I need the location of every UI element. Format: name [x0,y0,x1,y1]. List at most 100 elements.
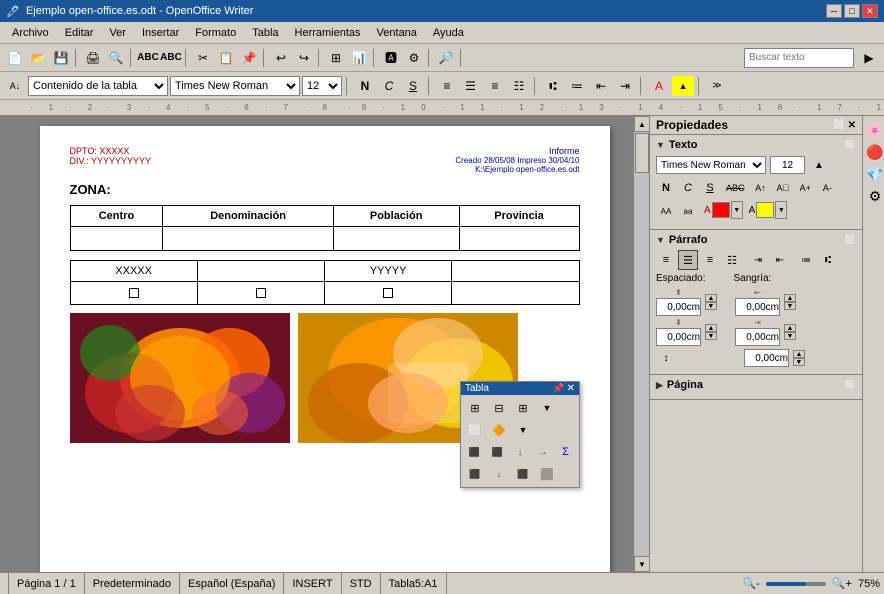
menu-ver[interactable]: Ver [101,25,134,41]
first-indent-down[interactable]: ▼ [793,358,805,366]
para-indent-less[interactable]: ⇤ [770,250,790,270]
underline-button[interactable]: S [402,76,424,96]
main-table[interactable]: Centro Denominación Población Provincia [70,205,580,251]
print-button[interactable]: 🖨 [82,47,104,69]
style-select[interactable]: Contenido de la tabla [28,76,168,96]
menu-archivo[interactable]: Archivo [4,25,57,41]
scroll-down-button[interactable]: ▼ [634,556,649,572]
autocorrect-button[interactable]: ABC [160,47,182,69]
open-button[interactable]: 📂 [27,47,49,69]
pagina-section-header[interactable]: ▶ Página ⬜ [656,379,856,391]
para-numbering[interactable]: ⑆ [818,250,838,270]
bold-button[interactable]: N [354,76,376,96]
preview-button[interactable]: 🔍 [105,47,127,69]
styles-button[interactable]: 🅰 [380,47,402,69]
tabla-shading[interactable]: 🔶 [488,420,510,440]
save-button[interactable]: 💾 [50,47,72,69]
table-row[interactable] [70,227,579,251]
paste-button[interactable]: 📌 [238,47,260,69]
highlight-swatch[interactable] [756,202,774,218]
numbering-button[interactable]: ⑆ [542,76,564,96]
para-indent-more[interactable]: ⇥ [748,250,768,270]
undo-button[interactable]: ↩ [270,47,292,69]
props-size-bigger[interactable]: A+ [795,178,815,198]
tabla-toolbar-header[interactable]: Tabla 📌 ✕ [461,382,579,395]
search-input[interactable] [749,52,839,63]
more-button[interactable]: ≫ [706,76,728,96]
props-size-smaller[interactable]: A- [817,178,837,198]
tabla-more-2[interactable]: ▼ [512,420,534,440]
first-indent-input[interactable] [744,349,789,367]
cell-1[interactable] [70,227,163,251]
para-align-left[interactable]: ≡ [656,250,676,270]
scroll-track[interactable] [634,132,649,556]
props-superscript-button[interactable]: A↑ [751,178,771,198]
tabla-more-1[interactable]: ▼ [536,398,558,418]
search-box[interactable] [744,48,854,68]
tabla-pin-icon[interactable]: 📌 [553,383,564,394]
size-select[interactable]: 12 [302,76,342,96]
indent-more-button[interactable]: ⇥ [614,76,636,96]
justify-button[interactable]: ☷ [508,76,530,96]
font-color-dropdown[interactable]: ▼ [731,201,743,219]
font-color-swatch[interactable] [712,202,730,218]
tabla-optimize-3[interactable]: ⬛ [512,464,534,484]
tabla-sum[interactable]: Σ [555,442,576,462]
tabla-merge-cells[interactable]: ⊟ [488,398,510,418]
maximize-button[interactable]: □ [844,4,860,18]
para-align-center[interactable]: ☰ [678,250,698,270]
style-mode-button[interactable]: A↓ [4,75,26,97]
props-lower-button[interactable]: aa [678,201,698,221]
checkbox-4[interactable] [452,282,578,304]
bullets-button[interactable]: ≔ [566,76,588,96]
tabla-borders[interactable]: ⬜ [464,420,486,440]
redo-button[interactable]: ↪ [293,47,315,69]
checkbox-3[interactable] [325,282,452,304]
tabla-optimize-2[interactable]: ↓ [488,464,510,484]
side-icon-3[interactable]: 💎 [865,164,884,184]
align-center-button[interactable]: ☰ [460,76,482,96]
italic-button[interactable]: C [378,76,400,96]
props-bold-button[interactable]: N [656,178,676,198]
indent-less-button[interactable]: ⇤ [590,76,612,96]
tabla-delete-cols[interactable]: → [532,442,553,462]
table-button[interactable]: ⊞ [325,47,347,69]
props-italic-button[interactable]: C [678,178,698,198]
parrafo-options-icon[interactable]: ⬜ [845,235,856,246]
spacing-below-down[interactable]: ▼ [705,332,717,340]
pagina-options-icon[interactable]: ⬜ [845,380,856,391]
menu-ventana[interactable]: Ventana [369,25,425,41]
props-shadow-button[interactable]: A⃝ [773,178,794,198]
tabla-insert-row-above[interactable]: ⊞ [464,398,486,418]
props-font-select[interactable]: Times New Roman [656,156,766,174]
menu-ayuda[interactable]: Ayuda [425,25,472,41]
menu-insertar[interactable]: Insertar [134,25,187,41]
texto-options-icon[interactable]: ⬜ [845,140,856,151]
zoom-slider[interactable] [766,582,826,586]
menu-formato[interactable]: Formato [187,25,244,41]
align-left-button[interactable]: ≡ [436,76,458,96]
tabla-insert-rows[interactable]: ⬛ [464,442,485,462]
tabla-split-cells[interactable]: ⊞ [512,398,534,418]
close-button[interactable]: ✕ [862,4,878,18]
props-size-up-button[interactable]: ▲ [809,155,829,175]
sangria-left-input[interactable] [735,298,780,316]
checkbox-square-1[interactable] [129,288,139,298]
font-select[interactable]: Times New Roman [170,76,300,96]
yyyyy-cell[interactable]: YYYYY [325,261,452,281]
spacing-above-input[interactable] [656,298,701,316]
empty-cell-1[interactable] [198,261,325,281]
scroll-up-button[interactable]: ▲ [634,116,649,132]
spellcheck-button[interactable]: ABC [137,47,159,69]
scroll-thumb[interactable] [635,133,649,173]
spacing-below-input[interactable] [656,328,701,346]
spacing-above-down[interactable]: ▼ [705,302,717,310]
texto-section-header[interactable]: ▼ Texto ⬜ [656,139,856,151]
para-list[interactable]: ≔ [796,250,816,270]
props-upper-button[interactable]: AA [656,201,676,221]
tabla-delete-rows[interactable]: ↓ [510,442,531,462]
xxxxx-cell[interactable]: XXXXX [71,261,198,281]
props-underline-button[interactable]: S [700,178,720,198]
checkbox-square-3[interactable] [383,288,393,298]
spacing-below-up[interactable]: ▲ [705,324,717,332]
